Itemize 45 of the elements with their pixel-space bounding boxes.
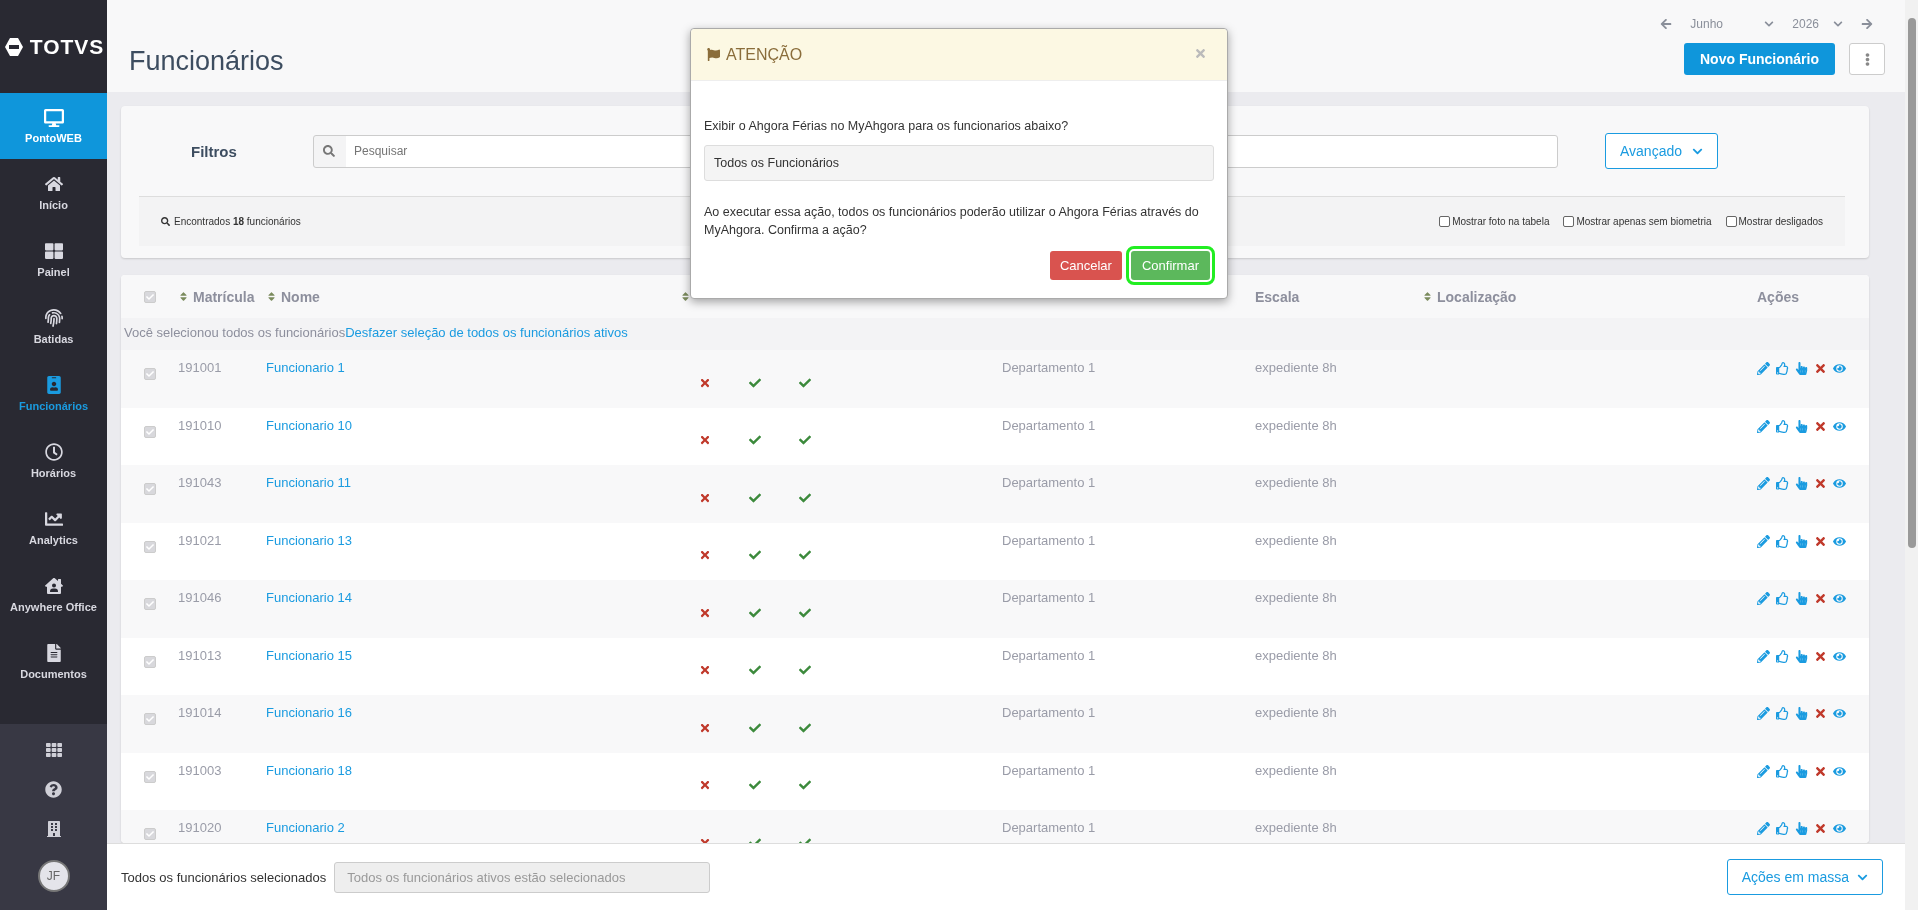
table-cell-text: 191020 <box>178 819 223 837</box>
product-label: PontoWEB <box>25 132 82 144</box>
table-cell-text: 191003 <box>178 761 223 780</box>
column-header: Localização <box>1437 288 1517 305</box>
table-cell-text: 191043 <box>178 474 223 492</box>
dialog-title: ATENÇÃO <box>726 45 803 64</box>
table-cell-text: Departamento 1 <box>1002 704 1097 722</box>
filter-label: Filtros <box>191 142 238 160</box>
dialog-message: Ao executar essa ação, todos os funcionários poderão utilizar o Ahgora Férias através do MyAhgora. Confirma a ação? <box>704 204 1200 240</box>
checkbox-label: Mostrar apenas sem biometria <box>1576 216 1712 227</box>
page-title: Funcionários <box>129 46 284 78</box>
table-cell-text: 191010 <box>178 416 223 435</box>
table-cell-text: 191046 <box>178 589 223 607</box>
table-cell-text: Departamento 1 <box>1002 819 1097 837</box>
table-cell-text: 191001 <box>178 359 223 377</box>
selection-message: Você selecionou todos os funcionáriosDesfazer seleção de todos os funcionários ativos <box>121 318 1869 350</box>
table-cell-text: 191014 <box>178 704 223 722</box>
table-cell-text: expediente 8h <box>1255 646 1338 665</box>
table-cell-text: expediente 8h <box>1255 589 1338 607</box>
column-header: Escala <box>1255 288 1300 305</box>
results-count: Encontrados 18 funcionários <box>174 216 301 227</box>
logo-text: TOTVS <box>29 34 105 59</box>
table-cell-text: Departamento 1 <box>1002 359 1097 377</box>
selection-label: Todos os funcionários selecionados <box>121 869 327 885</box>
column-header: Matrícula <box>193 288 255 305</box>
table-cell-text: expediente 8h <box>1255 474 1338 492</box>
table-cell-text: expediente 8h <box>1255 359 1338 377</box>
table-cell-text: expediente 8h <box>1255 819 1338 837</box>
dialog-question: Exibir o Ahgora Férias no MyAhgora para os funcionarios abaixo? <box>704 119 1070 133</box>
table-cell-text: Departamento 1 <box>1002 646 1097 665</box>
table-cell-text: Departamento 1 <box>1002 589 1097 607</box>
table-cell-text: 191021 <box>178 531 223 550</box>
table-cell-text: Departamento 1 <box>1002 416 1097 435</box>
table-cell-text: Departamento 1 <box>1002 474 1097 492</box>
table-cell-text: Departamento 1 <box>1002 531 1097 550</box>
table-cell-text: Departamento 1 <box>1002 761 1097 780</box>
table-cell-text: expediente 8h <box>1255 761 1338 780</box>
checkbox-label: Mostrar foto na tabela <box>1452 216 1550 227</box>
checkbox-label: Mostrar desligados <box>1738 216 1823 227</box>
column-header: Nome <box>281 288 320 305</box>
table-cell-text: expediente 8h <box>1255 416 1338 435</box>
table-cell-text: expediente 8h <box>1255 531 1338 550</box>
table-cell-text: expediente 8h <box>1255 704 1338 722</box>
table-cell-text: 191013 <box>178 646 223 665</box>
column-header: Ações <box>1757 288 1800 305</box>
